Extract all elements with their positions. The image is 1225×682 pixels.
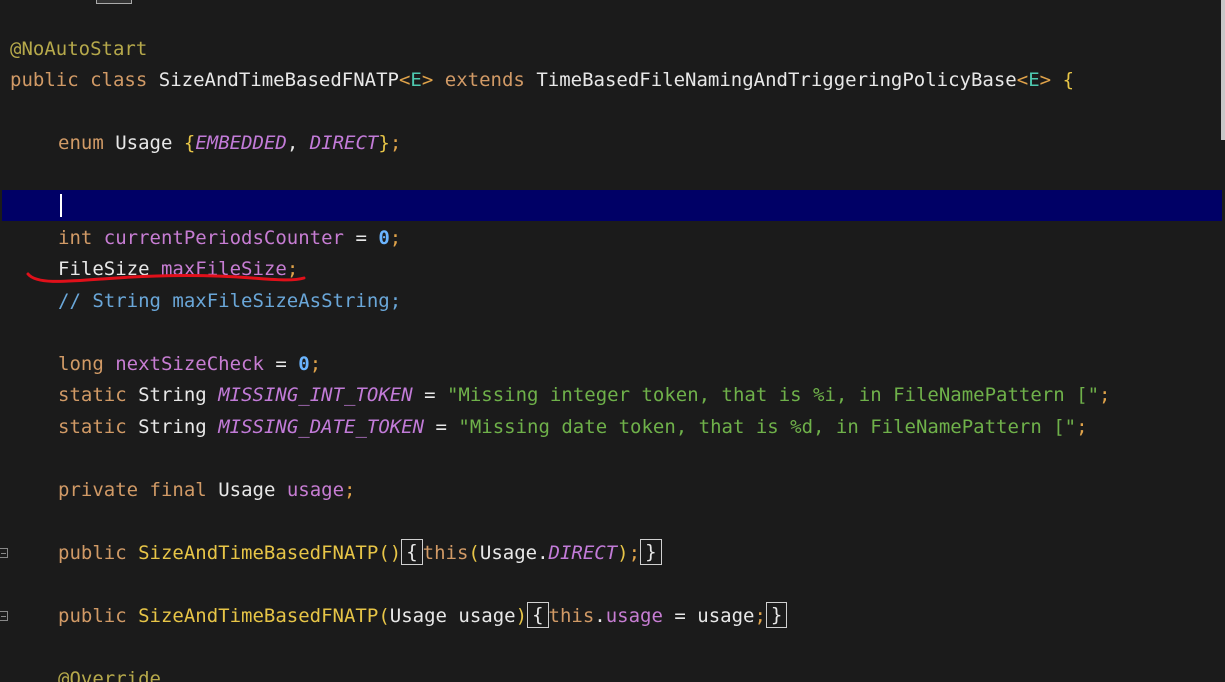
constructor-default: public SizeAndTimeBasedFNATP(){this(Usag… — [58, 538, 662, 569]
current-line-highlight[interactable] — [2, 190, 1222, 221]
folded-close-brace[interactable]: } — [765, 602, 788, 628]
field-next-size-check: long nextSizeCheck = 0; — [58, 353, 322, 375]
comment-max-file-size-as-string: // String maxFileSizeAsString; — [58, 290, 402, 312]
code-line[interactable]: int currentPeriodsCounter = 0; — [0, 223, 1222, 254]
code-line[interactable]: // String maxFileSizeAsString; — [0, 286, 1222, 317]
code-line[interactable]: static String MISSING_INT_TOKEN = "Missi… — [0, 380, 1222, 411]
collapsed-region-marker[interactable] — [96, 0, 132, 4]
field-usage: private final Usage usage; — [58, 479, 356, 501]
code-line[interactable]: long nextSizeCheck = 0; — [0, 349, 1222, 380]
code-line[interactable]: @Override — [0, 664, 1222, 682]
red-underline-annotation — [26, 272, 306, 283]
folded-open-brace[interactable]: { — [401, 539, 423, 565]
folded-close-brace[interactable]: } — [640, 539, 662, 565]
field-missing-date-token: static String MISSING_DATE_TOKEN = "Miss… — [58, 416, 1088, 438]
folded-open-brace[interactable]: { — [527, 602, 549, 628]
text-caret — [60, 194, 62, 217]
code-line[interactable]: @NoAutoStart — [0, 34, 1222, 65]
code-line[interactable]: public SizeAndTimeBasedFNATP(){this(Usag… — [0, 538, 1222, 569]
enum-declaration: enum Usage {EMBEDDED, DIRECT}; — [58, 132, 402, 154]
code-line[interactable]: enum Usage {EMBEDDED, DIRECT}; — [0, 128, 1222, 159]
constructor-with-usage: public SizeAndTimeBasedFNATP(Usage usage… — [58, 601, 788, 632]
annotation-override: @Override — [58, 668, 161, 682]
code-line[interactable]: static String MISSING_DATE_TOKEN = "Miss… — [0, 412, 1222, 443]
field-current-periods-counter: int currentPeriodsCounter = 0; — [58, 227, 402, 249]
annotation-no-auto-start: @NoAutoStart — [10, 38, 148, 60]
code-line[interactable]: private final Usage usage; — [0, 475, 1222, 506]
code-line[interactable]: public SizeAndTimeBasedFNATP(Usage usage… — [0, 601, 1222, 632]
code-editor[interactable]: @NoAutoStart public class SizeAndTimeBas… — [0, 0, 1225, 682]
field-missing-int-token: static String MISSING_INT_TOKEN = "Missi… — [58, 384, 1111, 406]
class-declaration: public class SizeAndTimeBasedFNATP<E> ex… — [10, 69, 1075, 91]
code-line[interactable]: public class SizeAndTimeBasedFNATP<E> ex… — [0, 65, 1222, 96]
